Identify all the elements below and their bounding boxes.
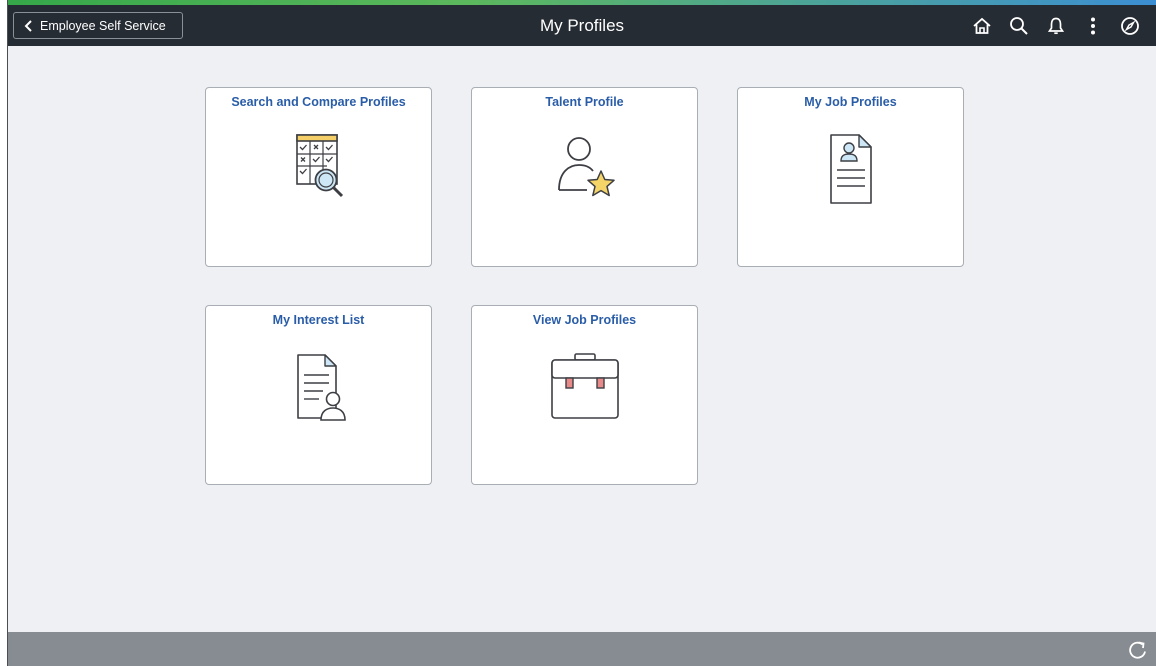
refresh-icon[interactable] <box>1126 638 1150 662</box>
briefcase-icon <box>550 353 619 419</box>
back-button-label: Employee Self Service <box>40 18 166 33</box>
navbar-compass-icon <box>1120 16 1139 35</box>
tile-title: My Job Profiles <box>804 95 897 109</box>
compare-grid-magnifier-icon <box>295 134 343 198</box>
tile-title: My Interest List <box>272 313 365 327</box>
home-icon <box>972 17 991 34</box>
tile-area: Search and Compare Profiles Talent Profi… <box>8 46 1156 632</box>
tile-title: View Job Profiles <box>532 313 637 327</box>
tile-search-and-compare-profiles[interactable]: Search and Compare Profiles <box>205 87 432 267</box>
tile-talent-profile[interactable]: Talent Profile <box>471 87 698 267</box>
document-person-icon <box>296 354 346 421</box>
actions-menu-icon <box>1090 17 1095 34</box>
search-icon <box>1009 16 1028 35</box>
tile-my-interest-list[interactable]: My Interest List <box>205 305 432 485</box>
tile-title: Search and Compare Profiles <box>231 95 406 109</box>
search-button[interactable] <box>1000 5 1037 46</box>
person-star-icon <box>557 137 615 197</box>
notifications-button[interactable] <box>1037 5 1074 46</box>
notification-bell-icon <box>1047 17 1064 34</box>
navbar-button[interactable] <box>1111 5 1148 46</box>
banner: Employee Self Service My Profiles <box>8 5 1156 46</box>
chevron-left-icon <box>24 19 32 32</box>
back-button[interactable]: Employee Self Service <box>13 12 183 39</box>
footer-bar <box>8 632 1156 666</box>
home-button[interactable] <box>963 5 1000 46</box>
header-actions <box>963 5 1148 46</box>
tile-view-job-profiles[interactable]: View Job Profiles <box>471 305 698 485</box>
app-frame: Employee Self Service My Profiles Search… <box>7 0 1156 666</box>
profile-document-icon <box>829 134 872 204</box>
tile-title: Talent Profile <box>545 95 624 109</box>
tile-my-job-profiles[interactable]: My Job Profiles <box>737 87 964 267</box>
actions-menu-button[interactable] <box>1074 5 1111 46</box>
